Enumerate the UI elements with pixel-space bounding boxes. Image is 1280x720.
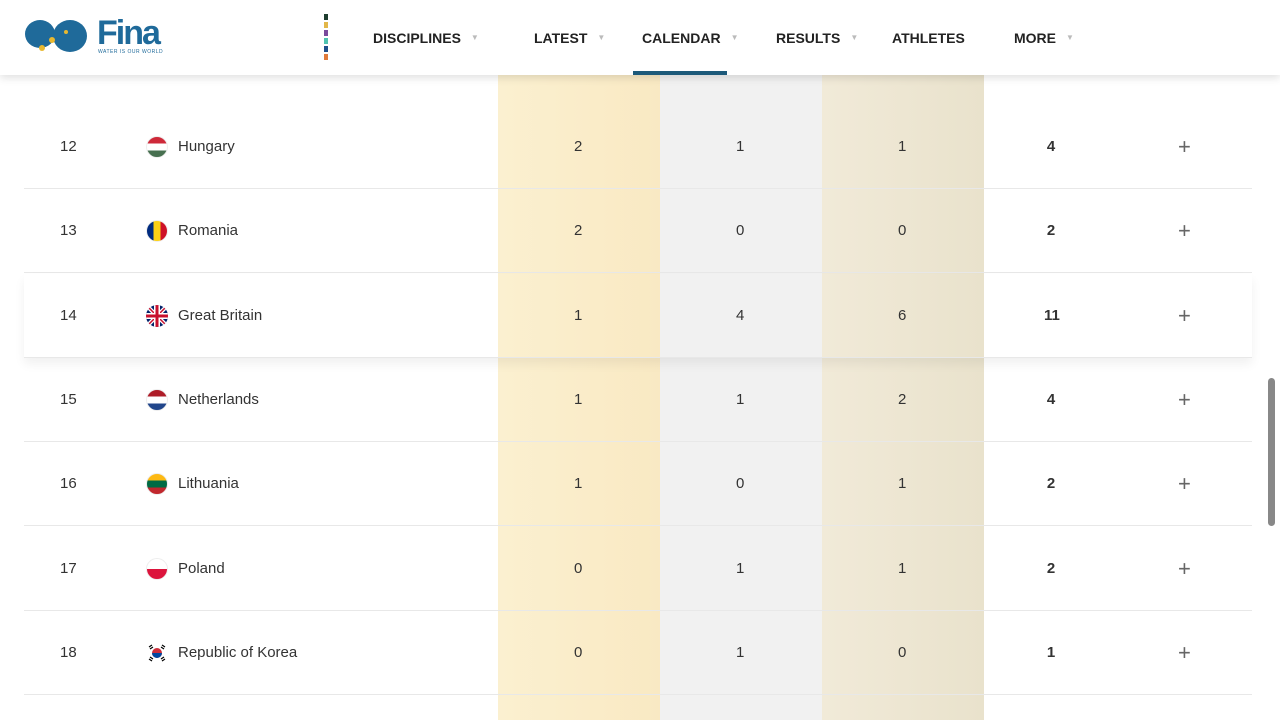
stripe <box>324 14 328 20</box>
silver-count: 1 <box>736 390 745 408</box>
nav-results[interactable]: RESULTS ▼ <box>776 0 858 75</box>
silver-count: 0 <box>736 475 745 493</box>
table-row: 18 Republic of Korea 0 1 0 1 + <box>24 611 1252 695</box>
table-row: 16 Lithuania 1 0 1 2 + <box>24 442 1252 527</box>
country-name[interactable]: Netherlands <box>178 358 259 442</box>
silver-count: 1 <box>736 559 745 577</box>
gold-count: 1 <box>574 475 583 493</box>
country-name[interactable]: Lithuania <box>178 442 239 526</box>
top-navigation: Fina WATER IS OUR WORLD DISCIPLINES ▼ LATE… <box>0 0 1280 75</box>
silver-count: 0 <box>736 222 745 240</box>
plus-icon[interactable]: + <box>1178 611 1191 695</box>
rank: 13 <box>60 222 77 240</box>
nav-more[interactable]: MORE ▼ <box>1014 0 1074 75</box>
chevron-down-icon: ▼ <box>850 33 859 42</box>
chevron-down-icon: ▼ <box>730 33 739 42</box>
fina-logo[interactable]: Fina WATER IS OUR WORLD <box>24 14 164 58</box>
plus-icon[interactable]: + <box>1178 527 1191 611</box>
country-name[interactable]: Poland <box>178 527 225 611</box>
globe-icon <box>25 20 87 52</box>
nav-athletes[interactable]: ATHLETES <box>892 0 965 75</box>
nav-label: LATEST <box>534 29 588 46</box>
scrollbar-thumb[interactable] <box>1268 378 1275 526</box>
bronze-count: 2 <box>898 390 907 408</box>
gold-count: 1 <box>574 306 583 324</box>
table-row: 15 Netherlands 1 1 2 4 + <box>24 358 1252 442</box>
nav-label: ATHLETES <box>892 29 965 46</box>
plus-icon[interactable]: + <box>1178 274 1191 358</box>
color-stripes <box>324 14 328 62</box>
rank: 12 <box>60 138 77 155</box>
rank: 16 <box>60 475 77 493</box>
total-count: 4 <box>1046 390 1056 408</box>
total-count: 2 <box>1046 222 1056 240</box>
total-count: 2 <box>1046 559 1056 577</box>
country-flag <box>146 388 168 411</box>
total-count: 4 <box>1046 138 1056 155</box>
stripe <box>324 30 328 36</box>
total-count: 1 <box>1046 643 1056 661</box>
silver-count: 1 <box>736 643 745 661</box>
country-flag <box>146 473 168 496</box>
chevron-down-icon: ▼ <box>470 33 479 42</box>
nav-label: DISCIPLINES <box>373 29 461 46</box>
bronze-count: 0 <box>898 643 907 661</box>
silver-count: 1 <box>736 138 745 155</box>
chevron-down-icon: ▼ <box>597 33 606 42</box>
logo-wordmark: Fina <box>97 14 161 52</box>
rank: 17 <box>60 559 77 577</box>
plus-icon[interactable]: + <box>1178 358 1191 442</box>
gold-count: 2 <box>574 138 583 155</box>
country-flag <box>146 136 168 158</box>
table-row: 13 Romania 2 0 0 2 + <box>24 189 1252 274</box>
gold-count: 1 <box>574 390 583 408</box>
country-name[interactable]: Great Britain <box>178 274 262 358</box>
stripe <box>324 46 328 52</box>
nav-label: RESULTS <box>776 29 841 46</box>
stripe <box>324 22 328 28</box>
stripe <box>324 38 328 44</box>
country-flag <box>146 220 168 243</box>
bronze-count: 1 <box>898 138 907 155</box>
country-name[interactable]: Republic of Korea <box>178 611 297 695</box>
gold-count: 0 <box>574 559 583 577</box>
rank: 18 <box>60 643 77 661</box>
nav-latest[interactable]: LATEST ▼ <box>534 0 605 75</box>
table-row: 12 Hungary 2 1 1 4 + <box>24 105 1252 189</box>
total-count: 2 <box>1046 475 1056 493</box>
country-flag <box>146 557 168 580</box>
table-row: 14 Great Britain 1 4 6 11 + <box>24 274 1252 358</box>
plus-icon[interactable]: + <box>1178 105 1191 189</box>
nav-label: MORE <box>1014 29 1056 46</box>
bronze-count: 1 <box>898 475 907 493</box>
stripe <box>324 54 328 60</box>
country-flag <box>146 304 168 327</box>
table-row: 17 Poland 0 1 1 2 + <box>24 527 1252 611</box>
gold-count: 2 <box>574 222 583 240</box>
rank: 14 <box>60 306 77 324</box>
bronze-count: 0 <box>898 222 907 240</box>
nav-label: CALENDAR <box>642 29 721 46</box>
nav-calendar[interactable]: CALENDAR ▼ <box>642 0 738 75</box>
country-name[interactable]: Hungary <box>178 105 235 189</box>
logo-tagline: WATER IS OUR WORLD <box>98 49 164 55</box>
chevron-down-icon: ▼ <box>1066 33 1074 42</box>
bronze-count: 1 <box>898 559 907 577</box>
country-name[interactable]: Romania <box>178 189 238 273</box>
nav-disciplines[interactable]: DISCIPLINES ▼ <box>373 0 479 75</box>
rank: 15 <box>60 390 77 408</box>
gold-count: 0 <box>574 643 583 661</box>
silver-count: 4 <box>736 306 745 324</box>
plus-icon[interactable]: + <box>1178 189 1191 273</box>
plus-icon[interactable]: + <box>1178 442 1191 526</box>
active-tab-underline <box>633 71 727 75</box>
country-flag <box>146 641 168 664</box>
total-count: 11 <box>1044 306 1060 324</box>
bronze-count: 6 <box>898 306 907 324</box>
